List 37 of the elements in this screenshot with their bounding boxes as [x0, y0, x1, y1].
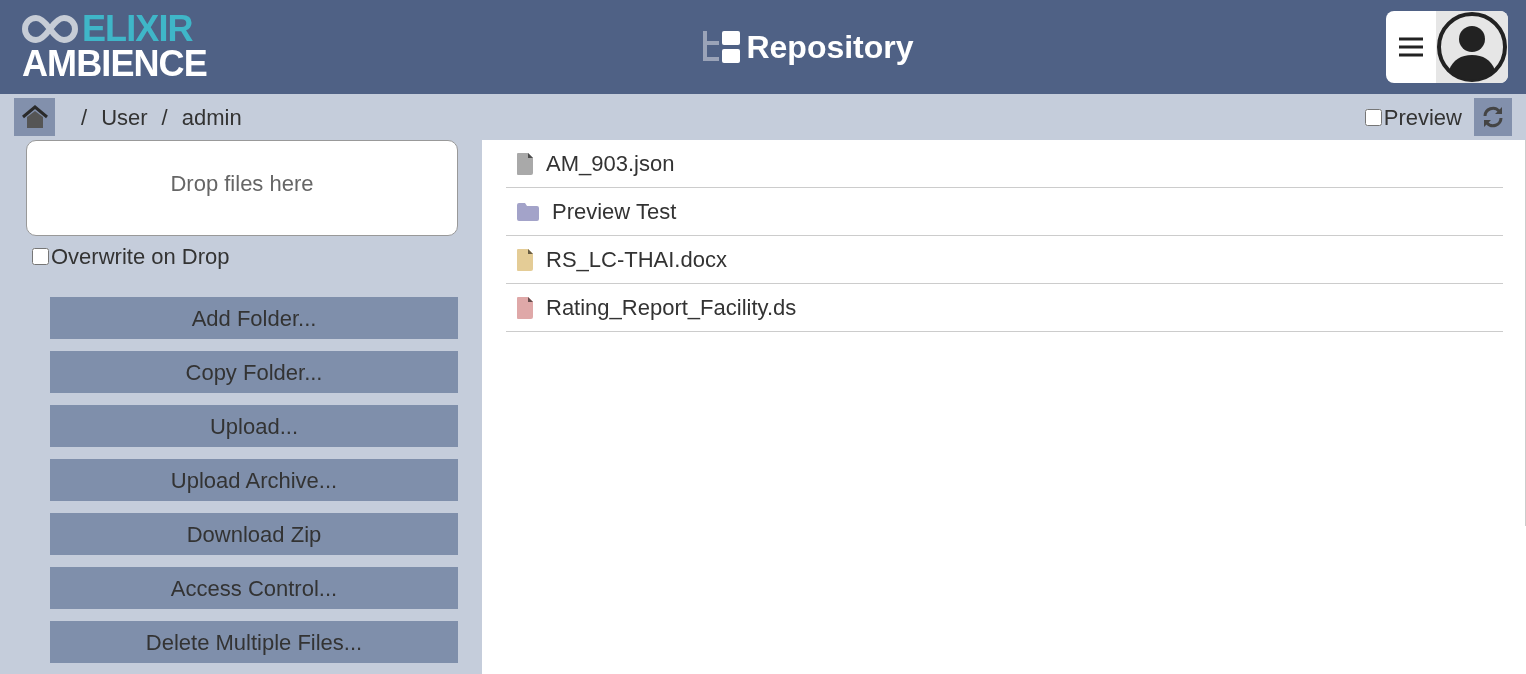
file-row[interactable]: RS_LC-THAI.docx: [506, 236, 1503, 284]
infinity-logo-icon: [22, 14, 78, 44]
breadcrumb-separator: /: [81, 103, 88, 132]
refresh-button[interactable]: [1474, 98, 1512, 136]
file-name: RS_LC-THAI.docx: [546, 246, 727, 274]
action-button[interactable]: Copy Folder...: [50, 351, 458, 393]
action-button[interactable]: Access Control...: [50, 567, 458, 609]
user-menu-button[interactable]: [1386, 11, 1508, 83]
overwrite-label: Overwrite on Drop: [51, 243, 230, 271]
file-name: Preview Test: [552, 198, 677, 226]
breadcrumb-separator: /: [161, 103, 168, 132]
preview-label: Preview: [1383, 103, 1462, 132]
drop-zone-label: Drop files here: [170, 170, 314, 198]
action-button[interactable]: Upload...: [50, 405, 458, 447]
page-title: Repository: [746, 28, 914, 67]
folder-tree-icon: [702, 29, 743, 65]
file-name: AM_903.json: [546, 150, 675, 178]
file-row[interactable]: AM_903.json: [506, 140, 1503, 188]
file-row[interactable]: Preview Test: [506, 188, 1503, 236]
action-button[interactable]: Delete Multiple Files...: [50, 621, 458, 663]
drop-zone[interactable]: Drop files here: [26, 140, 458, 236]
logo-text: ELIXIR: [82, 12, 193, 46]
action-button[interactable]: Upload Archive...: [50, 459, 458, 501]
action-button[interactable]: Download Zip: [50, 513, 458, 555]
action-button[interactable]: Add Folder...: [50, 297, 458, 339]
file-name: Rating_Report_Facility.ds: [546, 294, 797, 322]
avatar-icon: [1437, 12, 1507, 82]
preview-checkbox[interactable]: [1364, 108, 1382, 126]
overwrite-checkbox[interactable]: [32, 248, 49, 265]
breadcrumb-link[interactable]: User: [101, 100, 148, 134]
logo-text: AMBIENCE: [22, 46, 208, 82]
breadcrumb-link[interactable]: admin: [181, 100, 242, 134]
home-icon: [20, 105, 49, 129]
refresh-icon: [1481, 105, 1505, 129]
home-button[interactable]: [14, 98, 55, 136]
file-row[interactable]: Rating_Report_Facility.ds: [506, 284, 1503, 332]
menu-icon: [1398, 36, 1424, 58]
